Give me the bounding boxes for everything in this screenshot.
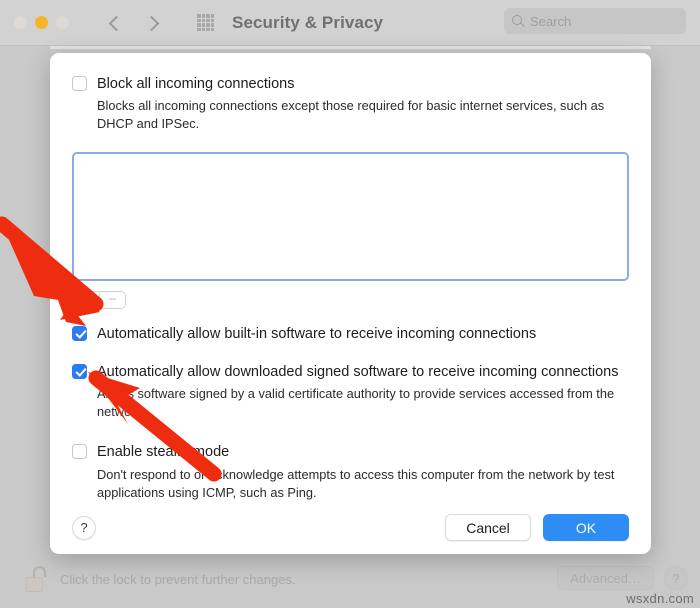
grid-dot [201,27,205,31]
add-button[interactable]: + [73,291,100,308]
forward-chevron-icon[interactable] [145,15,161,31]
navigation-controls [107,15,161,31]
grid-dot [206,18,210,22]
unlocked-padlock-icon[interactable] [26,566,48,592]
page-title: Security & Privacy [232,12,384,32]
block-all-section: Block all incoming connections Blocks al… [72,75,629,133]
builtin-software-option: Automatically allow built-in software to… [72,325,629,343]
search-field[interactable] [504,8,686,34]
dialog-footer: ? Cancel OK [72,502,629,554]
block-all-incoming-connections-row[interactable]: Block all incoming connections [72,75,629,93]
stealth-mode-description: Don't respond to or acknowledge attempts… [97,466,615,500]
grid-dot [210,18,214,22]
grid-dot [197,23,201,27]
advanced-button[interactable]: Advanced… [557,566,654,590]
block-all-incoming-connections-label: Block all incoming connections [97,76,295,92]
grid-dot [197,14,201,18]
grid-dot [210,14,214,18]
firewall-options-dialog: Block all incoming connections Blocks al… [50,53,651,554]
grid-dot [201,14,205,18]
block-all-incoming-connections-checkbox[interactable] [72,76,87,91]
sheet-backing-edge [50,46,651,49]
ok-button[interactable]: OK [543,514,629,542]
screen: Security & Privacy Click the lock to pre… [0,0,700,608]
padlock-body [26,577,43,592]
search-input[interactable] [530,13,678,29]
grid-dot [210,23,214,27]
grid-dot [201,23,205,27]
close-button[interactable] [14,16,27,29]
back-chevron-icon[interactable] [107,15,123,31]
grid-dot [197,18,201,22]
downloaded-signed-software-checkbox[interactable] [72,364,87,379]
remove-button: − [107,291,117,309]
builtin-software-label: Automatically allow built-in software to… [97,325,537,342]
downloaded-signed-software-label: Automatically allow downloaded signed so… [97,364,619,380]
downloaded-signed-software-option: Automatically allow downloaded signed so… [72,363,629,421]
grid-dot [206,27,210,31]
cancel-button[interactable]: Cancel [445,514,531,542]
traffic-light-controls [0,16,69,29]
padlock-shackle [33,566,46,577]
grid-dot [201,18,205,22]
dialog-help-button[interactable]: ? [72,515,96,540]
help-button[interactable]: ? [664,566,688,590]
watermark: wsxdn.com [626,591,694,606]
window-toolbar: Security & Privacy [0,0,700,46]
grid-dot [197,27,201,31]
downloaded-signed-software-description: Allows software signed by a valid certif… [97,386,615,420]
allowed-apps-list[interactable] [72,152,629,281]
builtin-software-row[interactable]: Automatically allow built-in software to… [72,325,629,343]
stealth-mode-label: Enable stealth mode [97,444,230,461]
block-all-incoming-connections-description: Blocks all incoming connections except t… [97,98,605,132]
list-add-remove-controls: + − [72,290,126,309]
downloaded-signed-software-row[interactable]: Automatically allow downloaded signed so… [72,363,629,381]
builtin-software-checkbox[interactable] [72,325,87,341]
search-icon [512,15,524,27]
lock-status-text: Click the lock to prevent further change… [60,571,296,587]
grid-dot [210,27,214,31]
minimize-button[interactable] [35,16,48,29]
grid-dot [206,23,210,27]
stealth-mode-row[interactable]: Enable stealth mode [72,443,629,461]
show-all-grid-icon[interactable] [197,14,214,31]
zoom-button[interactable] [56,16,69,29]
grid-dot [206,14,210,18]
dialog-action-buttons: Cancel OK [445,514,629,542]
stealth-mode-option: Enable stealth mode Don't respond to or … [72,443,629,501]
stealth-mode-checkbox[interactable] [72,444,87,460]
lock-status-row: Click the lock to prevent further change… [0,562,700,596]
